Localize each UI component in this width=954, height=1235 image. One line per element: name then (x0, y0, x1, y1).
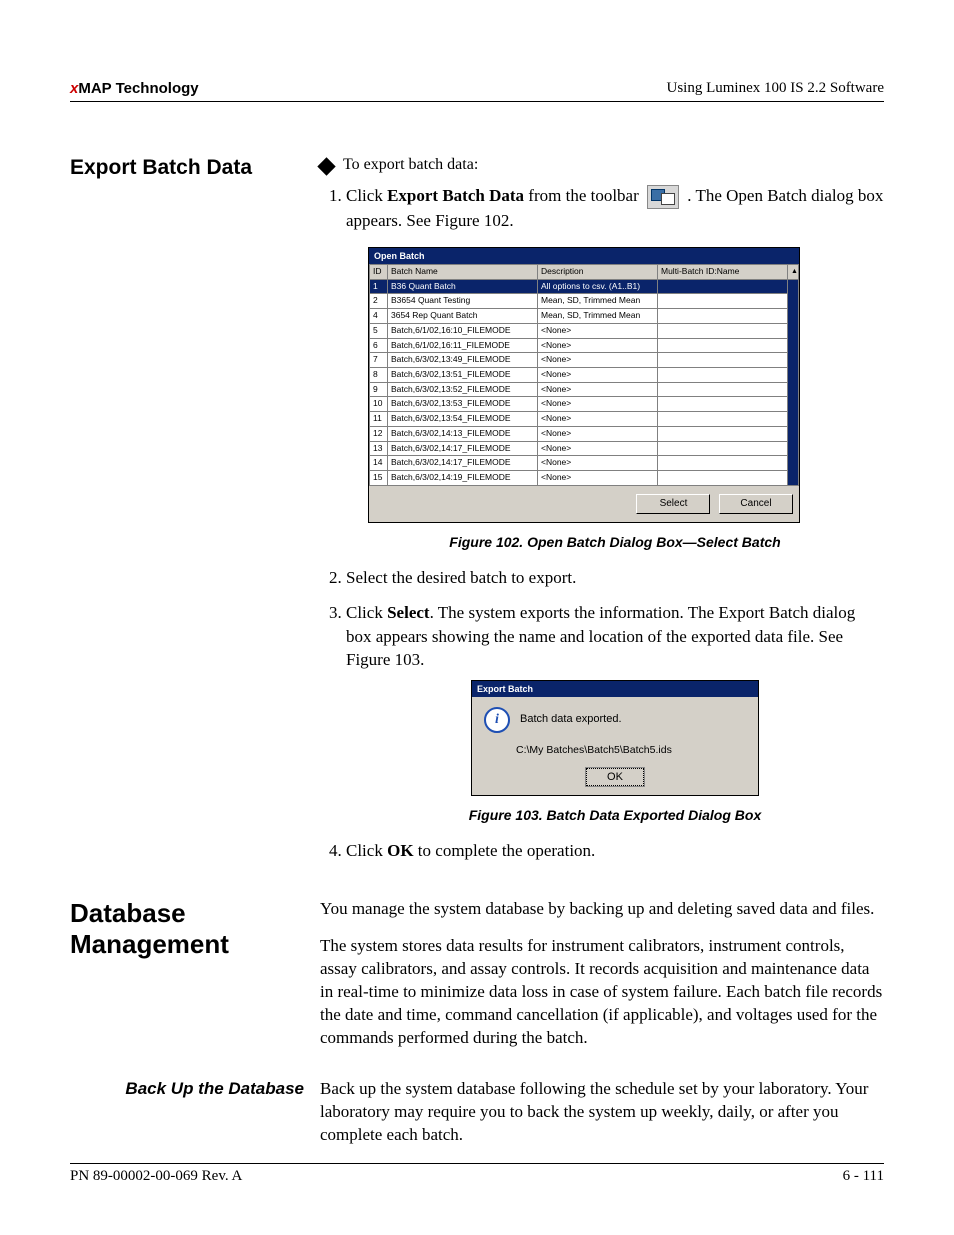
page-header: xMAP Technology Using Luminex 100 IS 2.2… (70, 80, 884, 102)
table-row[interactable]: 13Batch,6/3/02,14:17_FILEMODE<None> (370, 441, 799, 456)
export-toolbar-icon (647, 185, 679, 209)
page-footer: PN 89-00002-00-069 Rev. A 6 - 111 (70, 1163, 884, 1185)
table-row[interactable]: 6Batch,6/1/02,16:11_FILEMODE<None> (370, 338, 799, 353)
dialog-title: Export Batch (472, 681, 758, 697)
table-row[interactable]: 10Batch,6/3/02,13:53_FILEMODE<None> (370, 397, 799, 412)
batch-table: ID Batch Name Description Multi-Batch ID… (369, 264, 799, 486)
footer-left: PN 89-00002-00-069 Rev. A (70, 1168, 242, 1185)
table-row[interactable]: 2B3654 Quant TestingMean, SD, Trimmed Me… (370, 294, 799, 309)
header-title: MAP Technology (78, 80, 198, 97)
step-4: Click OK to complete the operation. (346, 839, 884, 862)
open-batch-dialog: Open Batch ID Batch Name Description (368, 247, 800, 523)
dialog-message: Batch data exported. (520, 712, 622, 727)
info-icon: i (484, 707, 510, 733)
col-name[interactable]: Batch Name (388, 264, 538, 279)
table-row[interactable]: 43654 Rep Quant BatchMean, SD, Trimmed M… (370, 309, 799, 324)
select-button[interactable]: Select (636, 494, 710, 514)
db-paragraph-1: You manage the system database by backin… (320, 898, 884, 921)
cancel-button[interactable]: Cancel (719, 494, 793, 514)
ok-button[interactable]: OK (586, 768, 644, 786)
db-paragraph-2: The system stores data results for instr… (320, 935, 884, 1050)
diamond-icon (317, 157, 335, 175)
footer-right: 6 - 111 (843, 1168, 884, 1185)
step-1: Click Export Batch Data from the toolbar… (346, 184, 884, 552)
scroll-up-icon[interactable]: ▲ (788, 264, 799, 279)
dialog-title: Open Batch (369, 248, 799, 264)
intro-text: To export batch data: (343, 156, 478, 174)
section-heading-database: Database Management (70, 898, 304, 959)
col-id[interactable]: ID (370, 264, 388, 279)
step-2: Select the desired batch to export. (346, 566, 884, 589)
step-3: Click Select. The system exports the inf… (346, 601, 884, 825)
table-row[interactable]: 5Batch,6/1/02,16:10_FILEMODE<None> (370, 323, 799, 338)
table-row[interactable]: 12Batch,6/3/02,14:13_FILEMODE<None> (370, 426, 799, 441)
table-row[interactable]: 1B36 Quant BatchAll options to csv. (A1.… (370, 279, 799, 294)
table-row[interactable]: 9Batch,6/3/02,13:52_FILEMODE<None> (370, 382, 799, 397)
table-row[interactable]: 14Batch,6/3/02,14:17_FILEMODE<None> (370, 456, 799, 471)
export-path: C:\My Batches\Batch5\Batch5.ids (516, 743, 746, 757)
table-row[interactable]: 8Batch,6/3/02,13:51_FILEMODE<None> (370, 367, 799, 382)
col-desc[interactable]: Description (538, 264, 658, 279)
table-row[interactable]: 11Batch,6/3/02,13:54_FILEMODE<None> (370, 412, 799, 427)
header-right: Using Luminex 100 IS 2.2 Software (667, 80, 884, 97)
section-heading-export: Export Batch Data (70, 156, 304, 180)
intro-line: To export batch data: (320, 156, 884, 174)
backup-paragraph: Back up the system database following th… (320, 1078, 884, 1147)
figure-102-caption: Figure 102. Open Batch Dialog Box—Select… (346, 533, 884, 552)
subsection-heading-backup: Back Up the Database (70, 1078, 304, 1099)
table-row[interactable]: 7Batch,6/3/02,13:49_FILEMODE<None> (370, 353, 799, 368)
figure-103-caption: Figure 103. Batch Data Exported Dialog B… (346, 806, 884, 825)
header-left: xMAP Technology (70, 80, 199, 97)
scrollbar[interactable] (788, 279, 799, 485)
col-mb[interactable]: Multi-Batch ID:Name (658, 264, 788, 279)
export-batch-dialog: Export Batch i Batch data exported. C:\M… (471, 680, 759, 796)
table-row[interactable]: 15Batch,6/3/02,14:19_FILEMODE<None> (370, 471, 799, 486)
